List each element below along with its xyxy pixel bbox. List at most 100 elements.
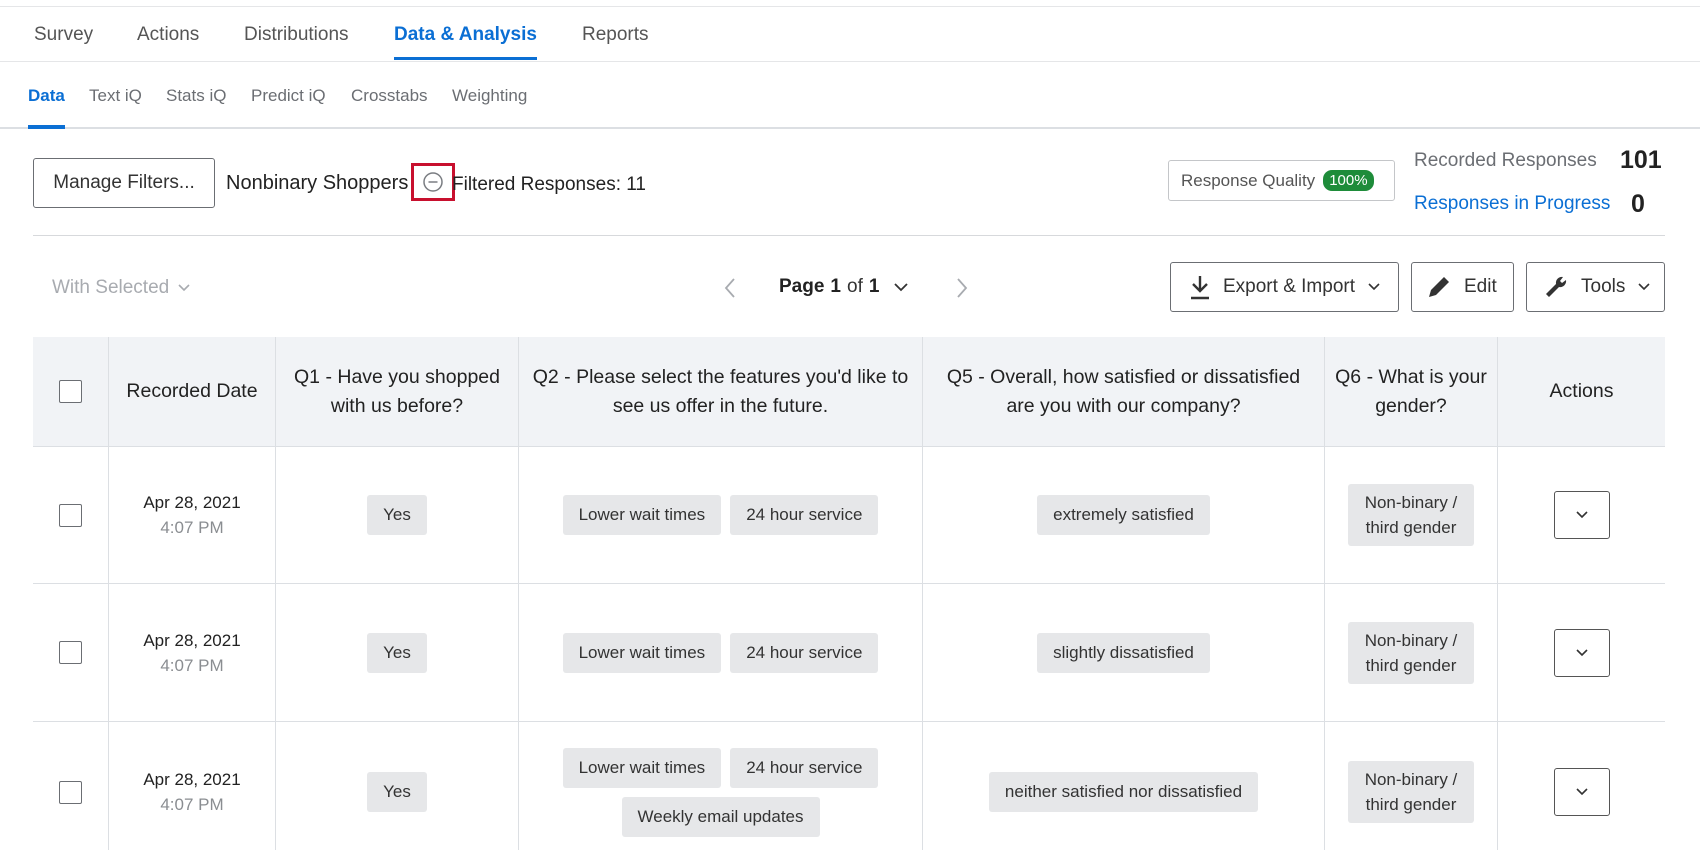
subtab-weighting[interactable]: Weighting xyxy=(452,86,527,106)
recorded-responses-label: Recorded Responses xyxy=(1414,150,1597,171)
response-quality-button[interactable]: Response Quality 100% xyxy=(1168,160,1395,201)
active-filter-name: Nonbinary Shoppers xyxy=(226,172,409,194)
response-quality-badge: 100% xyxy=(1323,170,1374,191)
answer-chip: Yes xyxy=(367,495,427,535)
header-cell: Q1 - Have you shopped with us before? xyxy=(276,337,519,446)
remove-filter-button[interactable] xyxy=(411,163,455,201)
answer-chip: Lower wait times xyxy=(562,747,722,788)
select-cell xyxy=(33,584,109,721)
header-q2[interactable]: Q2 - Please select the features you'd li… xyxy=(519,363,922,421)
row-checkbox[interactable] xyxy=(59,641,82,664)
table-header: Recorded Date Q1 - Have you shopped with… xyxy=(33,337,1665,447)
download-icon xyxy=(1191,276,1209,300)
header-cell: Actions xyxy=(1498,337,1665,446)
header-q5[interactable]: Q5 - Overall, how satisfied or dissatisf… xyxy=(923,363,1324,421)
table-row: Apr 28, 2021 4:07 PM Yes Lower wait time… xyxy=(33,722,1665,850)
header-q6[interactable]: Q6 - What is your gender? xyxy=(1325,363,1497,421)
recorded-time: 4:07 PM xyxy=(160,518,224,537)
actions-cell xyxy=(1498,722,1665,850)
recorded-date: Apr 28, 2021 xyxy=(143,770,241,789)
subtab-text-iq[interactable]: Text iQ xyxy=(89,86,142,106)
header-actions: Actions xyxy=(1549,380,1614,402)
tab-distributions[interactable]: Distributions xyxy=(244,24,349,46)
select-cell xyxy=(33,447,109,583)
q2-cell: Lower wait times 24 hour service xyxy=(519,447,923,583)
row-actions-button[interactable] xyxy=(1553,628,1610,677)
q2-cell: Lower wait times 24 hour service Weekly … xyxy=(519,722,923,850)
subtab-predict-iq[interactable]: Predict iQ xyxy=(251,86,326,106)
header-select-cell xyxy=(33,337,109,446)
header-recorded-date[interactable]: Recorded Date xyxy=(118,377,265,406)
actions-cell xyxy=(1498,447,1665,583)
header-q1[interactable]: Q1 - Have you shopped with us before? xyxy=(276,363,518,421)
answer-chip: Non-binary / third gender xyxy=(1348,621,1474,684)
select-all-checkbox[interactable] xyxy=(59,380,82,403)
export-import-button[interactable]: Export & Import xyxy=(1170,262,1399,312)
row-checkbox[interactable] xyxy=(59,503,82,527)
recorded-time: 4:07 PM xyxy=(160,795,224,814)
with-selected-label: With Selected xyxy=(52,277,170,298)
actions-cell xyxy=(1498,584,1665,721)
q1-cell: Yes xyxy=(276,447,519,583)
row-actions-button[interactable] xyxy=(1553,768,1610,816)
recorded-time: 4:07 PM xyxy=(160,655,224,675)
tab-reports[interactable]: Reports xyxy=(582,24,649,46)
answer-chip: 24 hour service xyxy=(730,495,879,535)
manage-filters-button[interactable]: Manage Filters... xyxy=(33,158,215,208)
minus-circle-icon xyxy=(423,172,443,192)
answer-chip: Non-binary / third gender xyxy=(1348,761,1474,823)
header-cell: Q2 - Please select the features you'd li… xyxy=(519,337,923,446)
tools-button[interactable]: Tools xyxy=(1526,262,1665,312)
responses-in-progress-link[interactable]: Responses in Progress xyxy=(1414,193,1610,215)
chevron-down-icon xyxy=(1638,283,1650,291)
tools-label: Tools xyxy=(1581,276,1626,297)
date-cell: Apr 28, 2021 4:07 PM xyxy=(109,584,276,721)
with-selected-dropdown[interactable]: With Selected xyxy=(52,277,191,299)
tab-data-analysis[interactable]: Data & Analysis xyxy=(394,24,537,60)
top-navigation: Survey Actions Distributions Data & Anal… xyxy=(0,6,1700,62)
page-word: Page xyxy=(779,276,825,297)
wrench-icon xyxy=(1546,276,1567,297)
header-cell: Q6 - What is your gender? xyxy=(1325,337,1498,446)
next-page-button[interactable] xyxy=(950,275,974,301)
page-selector[interactable]: Page 1 of 1 xyxy=(779,276,909,298)
subtab-crosstabs[interactable]: Crosstabs xyxy=(351,86,428,106)
q1-cell: Yes xyxy=(276,722,519,850)
chevron-down-icon xyxy=(1575,648,1588,656)
page-of: of xyxy=(847,276,863,297)
q6-cell: Non-binary / third gender xyxy=(1325,447,1498,583)
table-row: Apr 28, 2021 4:07 PM Yes Lower wait time… xyxy=(33,584,1665,722)
subtab-data[interactable]: Data xyxy=(28,86,65,129)
tab-actions[interactable]: Actions xyxy=(137,24,199,46)
row-actions-button[interactable] xyxy=(1553,491,1610,539)
export-import-label: Export & Import xyxy=(1223,276,1355,297)
previous-page-button[interactable] xyxy=(718,275,742,301)
chevron-down-icon xyxy=(178,284,190,292)
filtered-responses-count: Filtered Responses: 11 xyxy=(452,174,646,195)
answer-chip: extremely satisfied xyxy=(1037,495,1210,535)
chevron-right-icon xyxy=(957,278,968,298)
sub-navigation: Data Text iQ Stats iQ Predict iQ Crossta… xyxy=(0,62,1700,129)
row-checkbox[interactable] xyxy=(59,780,82,804)
date-cell: Apr 28, 2021 4:07 PM xyxy=(109,722,276,850)
answer-chip: 24 hour service xyxy=(730,632,879,673)
subtab-stats-iq[interactable]: Stats iQ xyxy=(166,86,226,106)
edit-button[interactable]: Edit xyxy=(1411,262,1514,312)
recorded-responses-value: 101 xyxy=(1620,146,1662,174)
q2-cell: Lower wait times 24 hour service xyxy=(519,584,923,721)
recorded-date: Apr 28, 2021 xyxy=(143,630,241,650)
divider xyxy=(33,235,1665,236)
date-cell: Apr 28, 2021 4:07 PM xyxy=(109,447,276,583)
chevron-down-icon xyxy=(1368,283,1380,291)
tab-survey[interactable]: Survey xyxy=(34,24,93,46)
chevron-down-icon xyxy=(894,283,909,292)
recorded-date: Apr 28, 2021 xyxy=(143,493,241,512)
q5-cell: extremely satisfied xyxy=(923,447,1325,583)
header-cell: Q5 - Overall, how satisfied or dissatisf… xyxy=(923,337,1325,446)
pencil-icon xyxy=(1429,277,1449,297)
answer-chip: Non-binary / third gender xyxy=(1348,484,1474,546)
response-quality-label: Response Quality xyxy=(1181,170,1316,190)
answer-chip: 24 hour service xyxy=(730,747,879,788)
answer-chip: slightly dissatisfied xyxy=(1037,632,1210,673)
chevron-left-icon xyxy=(724,278,735,298)
